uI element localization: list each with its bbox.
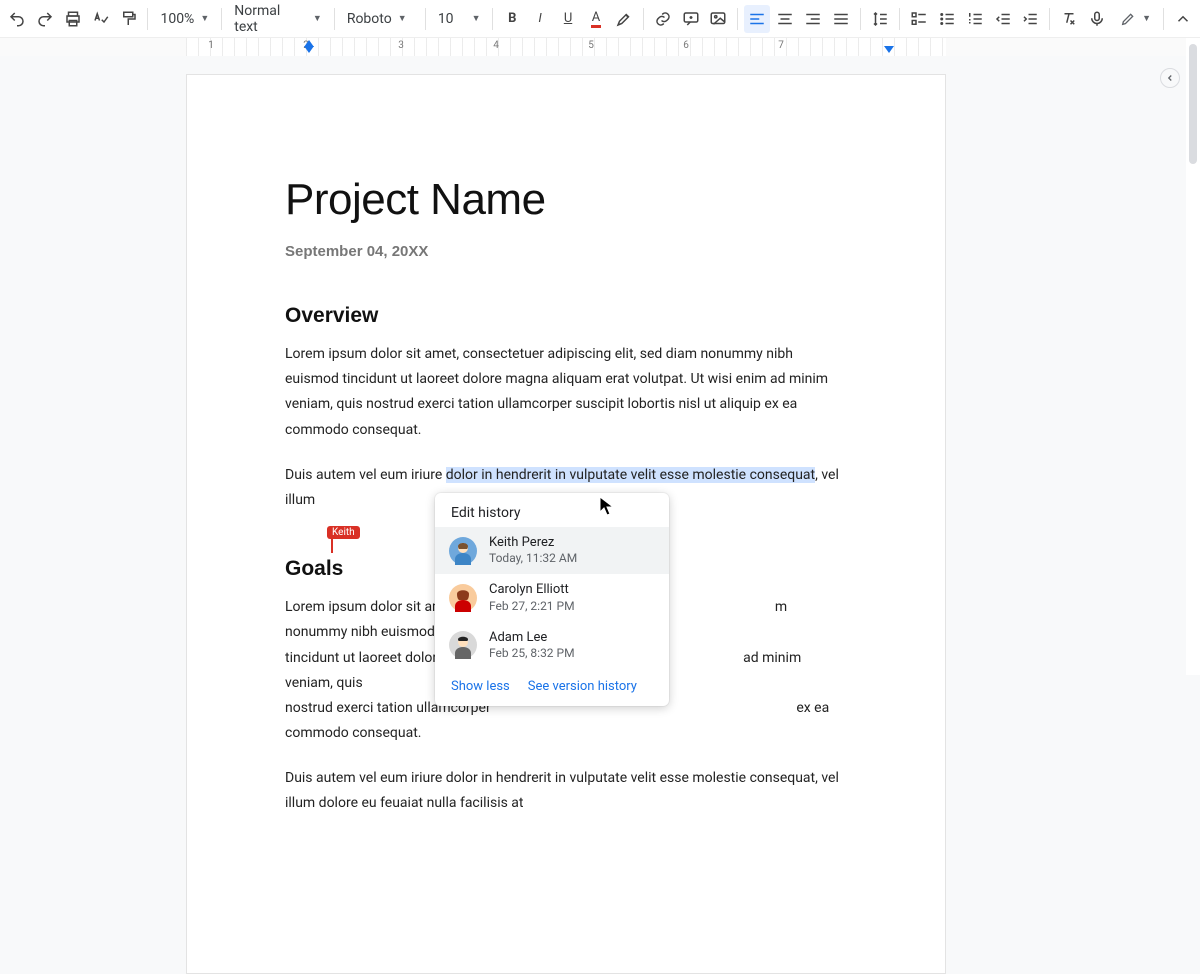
collaborator-name-tag: Keith bbox=[327, 526, 360, 539]
show-outline-button[interactable] bbox=[1160, 68, 1180, 88]
edit-history-title: Edit history bbox=[435, 493, 669, 527]
style-label: Normal text bbox=[234, 3, 307, 35]
edit-history-row[interactable]: Adam Lee Feb 25, 8:32 PM bbox=[435, 622, 669, 669]
highlighted-text[interactable]: dolor in hendrerit in vulputate velit es… bbox=[446, 467, 815, 483]
indent-marker-left[interactable] bbox=[304, 46, 314, 53]
editor-name: Carolyn Elliott bbox=[489, 582, 575, 598]
size-label: 10 bbox=[438, 11, 454, 27]
vertical-scrollbar[interactable] bbox=[1186, 38, 1200, 675]
ruler-tick: 6 bbox=[683, 40, 689, 51]
document-date: September 04, 20XX bbox=[285, 243, 847, 260]
bold-button[interactable]: B bbox=[499, 5, 525, 33]
italic-button[interactable]: I bbox=[527, 5, 553, 33]
voice-typing-button[interactable] bbox=[1084, 5, 1110, 33]
ruler-tick: 3 bbox=[398, 40, 404, 51]
zoom-select[interactable]: 100%▼ bbox=[154, 5, 215, 33]
redo-button[interactable] bbox=[32, 5, 58, 33]
overview-paragraph-1: Lorem ipsum dolor sit amet, consectetuer… bbox=[285, 342, 847, 443]
edit-history-popover: Edit history Keith Perez Today, 11:32 AM… bbox=[435, 493, 669, 706]
numbered-list-button[interactable] bbox=[962, 5, 988, 33]
increase-indent-button[interactable] bbox=[1017, 5, 1043, 33]
line-spacing-button[interactable] bbox=[867, 5, 893, 33]
paint-format-button[interactable] bbox=[116, 5, 142, 33]
insert-image-button[interactable] bbox=[706, 5, 732, 33]
edit-time: Today, 11:32 AM bbox=[489, 551, 577, 566]
editor-name: Adam Lee bbox=[489, 630, 575, 646]
underline-button[interactable]: U bbox=[555, 5, 581, 33]
undo-button[interactable] bbox=[4, 5, 30, 33]
align-right-button[interactable] bbox=[800, 5, 826, 33]
spellcheck-button[interactable] bbox=[88, 5, 114, 33]
align-justify-button[interactable] bbox=[828, 5, 854, 33]
edit-time: Feb 27, 2:21 PM bbox=[489, 599, 575, 614]
editing-mode-button[interactable]: ▼ bbox=[1114, 5, 1157, 33]
font-size-select[interactable]: 10▼ bbox=[432, 5, 487, 33]
scrollbar-thumb[interactable] bbox=[1189, 44, 1197, 164]
page-title: Project Name bbox=[285, 175, 847, 225]
see-version-history-link[interactable]: See version history bbox=[528, 679, 637, 694]
avatar bbox=[449, 584, 477, 612]
toolbar: 100%▼ Normal text▼ Roboto▼ 10▼ B I U A ▼ bbox=[0, 0, 1200, 38]
edit-history-row[interactable]: Keith Perez Today, 11:32 AM bbox=[435, 527, 669, 574]
avatar bbox=[449, 537, 477, 565]
insert-link-button[interactable] bbox=[650, 5, 676, 33]
align-center-button[interactable] bbox=[772, 5, 798, 33]
document-canvas[interactable]: Project Name September 04, 20XX Overview… bbox=[0, 56, 1200, 675]
align-left-button[interactable] bbox=[744, 5, 770, 33]
hide-menus-button[interactable] bbox=[1170, 5, 1196, 33]
ruler-tick: 4 bbox=[493, 40, 499, 51]
edit-history-row[interactable]: Carolyn Elliott Feb 27, 2:21 PM bbox=[435, 574, 669, 621]
highlight-button[interactable] bbox=[611, 5, 637, 33]
ruler-tick: 5 bbox=[588, 40, 594, 51]
horizontal-ruler[interactable]: 1 2 3 4 5 6 7 bbox=[0, 38, 1200, 56]
print-button[interactable] bbox=[60, 5, 86, 33]
editor-name: Keith Perez bbox=[489, 535, 577, 551]
indent-marker-right[interactable] bbox=[884, 46, 894, 53]
ruler-tick: 7 bbox=[778, 40, 784, 51]
mouse-cursor-icon bbox=[599, 496, 615, 520]
edit-time: Feb 25, 8:32 PM bbox=[489, 646, 575, 661]
paragraph-style-select[interactable]: Normal text▼ bbox=[228, 5, 328, 33]
decrease-indent-button[interactable] bbox=[990, 5, 1016, 33]
font-label: Roboto bbox=[347, 11, 392, 27]
bulleted-list-button[interactable] bbox=[934, 5, 960, 33]
ruler-tick: 1 bbox=[208, 40, 214, 51]
clear-formatting-button[interactable] bbox=[1056, 5, 1082, 33]
text-color-button[interactable]: A bbox=[583, 5, 609, 33]
goals-paragraph-2: Duis autem vel eum iriure dolor in hendr… bbox=[285, 766, 847, 816]
checklist-button[interactable] bbox=[906, 5, 932, 33]
avatar bbox=[449, 631, 477, 659]
zoom-label: 100% bbox=[160, 11, 194, 27]
show-less-link[interactable]: Show less bbox=[451, 679, 510, 694]
add-comment-button[interactable] bbox=[678, 5, 704, 33]
font-select[interactable]: Roboto▼ bbox=[341, 5, 419, 33]
overview-heading: Overview bbox=[285, 304, 847, 328]
